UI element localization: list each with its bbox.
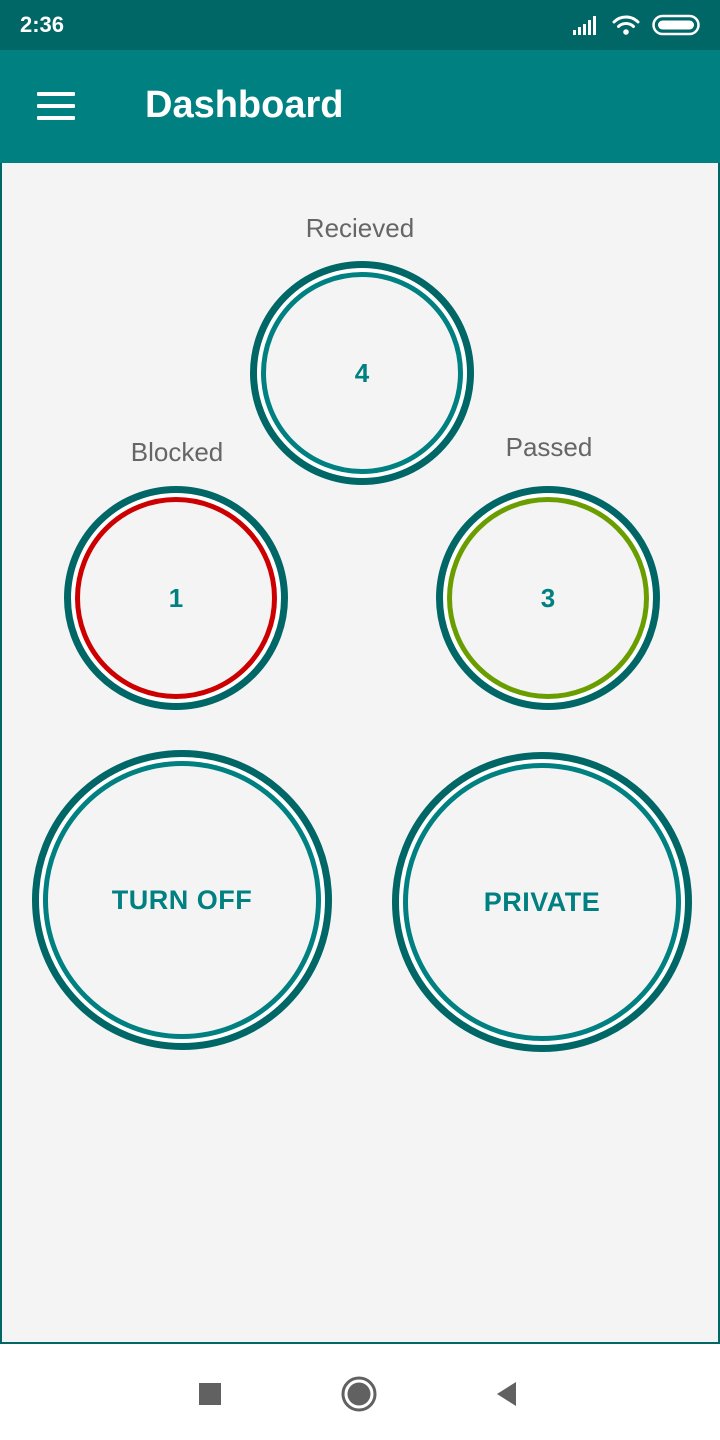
blocked-label: Blocked [130, 437, 224, 467]
wifi-icon [612, 15, 640, 35]
home-button[interactable] [339, 1374, 379, 1414]
app-bar: Dashboard [0, 50, 720, 163]
blocked-counter-inner: 1 [75, 497, 277, 699]
hamburger-menu-icon[interactable] [30, 80, 82, 132]
home-icon [341, 1376, 377, 1412]
passed-count: 3 [540, 582, 556, 613]
passed-counter: 3 [436, 486, 660, 710]
battery-icon [652, 14, 700, 36]
received-counter-inner: 4 [261, 272, 463, 474]
passed-counter-inner: 3 [447, 497, 649, 699]
menu-line [37, 116, 75, 120]
received-count: 4 [354, 357, 370, 388]
system-nav-bar [0, 1344, 720, 1440]
turn-off-button-inner: TURN OFF [43, 761, 321, 1039]
dashboard-content: Recieved 4 Blocked 1 Passed 3 TURN OFF P… [0, 163, 720, 1344]
private-label: PRIVATE [483, 886, 601, 917]
back-icon [497, 1382, 516, 1406]
recent-apps-icon [199, 1383, 221, 1405]
menu-line [37, 104, 75, 108]
signal-icon [573, 16, 596, 35]
turn-off-button[interactable]: TURN OFF [32, 750, 332, 1050]
blocked-counter: 1 [64, 486, 288, 710]
blocked-count: 1 [168, 582, 184, 613]
back-button[interactable] [486, 1374, 526, 1414]
private-button[interactable]: PRIVATE [392, 752, 692, 1052]
private-button-inner: PRIVATE [403, 763, 681, 1041]
menu-line [37, 92, 75, 96]
passed-label: Passed [505, 432, 593, 462]
received-label: Recieved [305, 213, 415, 243]
status-bar: 2:36 [0, 0, 720, 50]
turn-off-label: TURN OFF [111, 884, 253, 915]
status-time: 2:36 [20, 12, 65, 37]
page-title: Dashboard [145, 84, 344, 126]
status-icons [572, 12, 700, 38]
received-counter: 4 [250, 261, 474, 485]
recent-apps-button[interactable] [190, 1374, 230, 1414]
